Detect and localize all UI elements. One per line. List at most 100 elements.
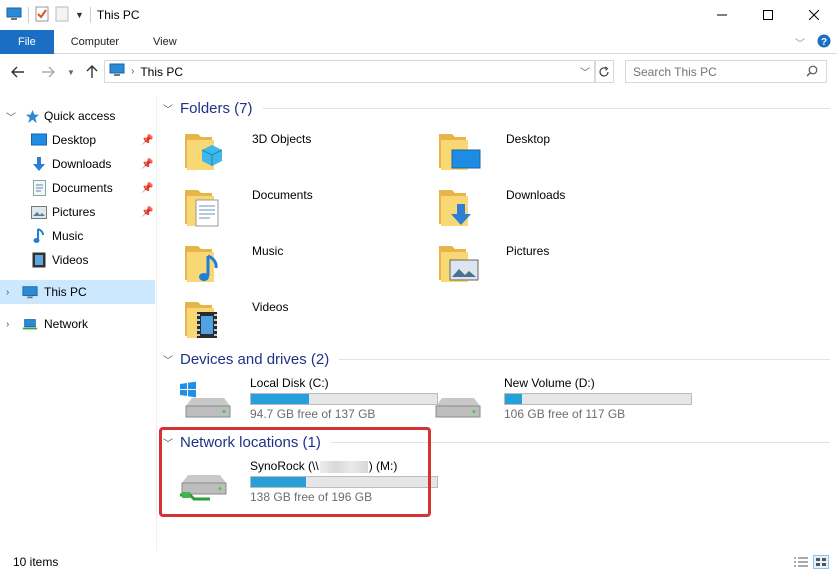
folder-item[interactable]: Desktop	[436, 128, 676, 180]
nav-label: This PC	[44, 285, 87, 299]
window-title: This PC	[96, 8, 140, 22]
maximize-button[interactable]	[745, 0, 791, 30]
folder-label: Downloads	[506, 188, 566, 202]
pin-icon[interactable]: 📌	[141, 183, 153, 194]
address-dropdown-chevron-icon[interactable]: ﹀	[580, 64, 590, 79]
folder-item[interactable]: Videos	[182, 296, 422, 348]
expanded-chevron-icon[interactable]: ﹀	[6, 109, 16, 124]
content-pane: ﹀ Folders (7) 3D Objects Desktop Documen…	[160, 92, 830, 552]
folder-item[interactable]: Downloads	[436, 184, 676, 236]
refresh-button[interactable]	[594, 60, 614, 83]
group-header-folders[interactable]: ﹀ Folders (7)	[160, 98, 830, 118]
drive-usage-fill	[251, 394, 309, 404]
desktop-folder-icon	[439, 134, 481, 170]
folder-label: 3D Objects	[252, 132, 312, 146]
folder-item[interactable]: Documents	[182, 184, 422, 236]
network-drive-item[interactable]: SynoRock (\\) (M:) 138 GB free of 196 GB	[180, 459, 438, 507]
nav-network[interactable]: › Network	[0, 312, 155, 336]
nav-item-music[interactable]: Music	[0, 224, 155, 248]
minimize-button[interactable]	[699, 0, 745, 30]
nav-item-pictures[interactable]: Pictures 📌	[0, 200, 155, 224]
search-box[interactable]	[625, 60, 827, 83]
recent-locations-chevron-icon[interactable]: ▼	[60, 61, 82, 83]
address-bar[interactable]: › This PC ﹀	[104, 60, 596, 83]
folder-label: Documents	[252, 188, 313, 202]
drive-free-space: 106 GB free of 117 GB	[504, 407, 626, 421]
customize-toolbar-chevron-icon[interactable]: ▼	[75, 10, 84, 20]
drive-name: New Volume (D:)	[504, 376, 595, 390]
nav-item-documents[interactable]: Documents 📌	[0, 176, 155, 200]
nav-label: Desktop	[52, 133, 97, 147]
new-folder-icon[interactable]	[55, 6, 69, 25]
collapsed-chevron-icon[interactable]: ›	[6, 319, 9, 330]
drive-item[interactable]: Local Disk (C:) 94.7 GB free of 137 GB	[180, 376, 438, 424]
close-button[interactable]	[791, 0, 837, 30]
music-icon	[31, 228, 47, 244]
this-pc-icon	[22, 284, 38, 300]
drive-item[interactable]: New Volume (D:) 106 GB free of 117 GB	[434, 376, 692, 424]
nav-item-videos[interactable]: Videos	[0, 248, 155, 272]
nav-label: Quick access	[44, 109, 116, 123]
drive-free-space: 94.7 GB free of 137 GB	[250, 407, 376, 421]
close-icon	[809, 10, 819, 20]
pin-icon[interactable]: 📌	[141, 135, 153, 146]
details-view-icon	[794, 557, 808, 567]
folder-item[interactable]: 3D Objects	[182, 128, 422, 180]
item-count: 10 items	[13, 555, 59, 569]
breadcrumb-this-pc[interactable]: This PC	[140, 65, 183, 79]
pictures-folder-icon	[439, 246, 479, 282]
nav-item-downloads[interactable]: Downloads 📌	[0, 152, 155, 176]
drive-usage-fill	[505, 394, 523, 404]
drive-name: Local Disk (C:)	[250, 376, 329, 390]
drive-free-space: 138 GB free of 196 GB	[250, 490, 373, 504]
nav-quick-access[interactable]: ﹀ Quick access	[0, 104, 155, 128]
folder-item[interactable]: Pictures	[436, 240, 676, 292]
properties-icon[interactable]	[35, 6, 49, 25]
group-title: Folders (7)	[180, 99, 253, 117]
forward-button[interactable]	[37, 61, 59, 83]
this-pc-window-icon	[6, 7, 22, 24]
maximize-icon	[763, 10, 773, 20]
tab-file[interactable]: File	[0, 29, 54, 54]
network-icon	[22, 316, 38, 332]
navigation-bar: ▼ › This PC ﹀	[0, 56, 837, 88]
group-title: Devices and drives (2)	[180, 350, 330, 368]
quick-access-toolbar: ▼	[0, 6, 91, 25]
ribbon-tabs: File Computer View ﹀ ?	[0, 29, 837, 54]
expand-ribbon-chevron-icon[interactable]: ﹀	[795, 35, 805, 50]
breadcrumb-separator-icon[interactable]: ›	[131, 66, 134, 77]
pin-icon[interactable]: 📌	[141, 207, 153, 218]
folder-item[interactable]: Music	[182, 240, 422, 292]
details-view-button[interactable]	[793, 555, 809, 569]
help-icon[interactable]: ?	[817, 34, 831, 51]
group-header-devices[interactable]: ﹀ Devices and drives (2)	[160, 349, 830, 369]
network-drive-icon	[180, 475, 227, 501]
nav-label: Documents	[52, 181, 113, 195]
navigation-pane: ﹀ Quick access Desktop 📌 Downloads 📌 Doc…	[0, 96, 157, 551]
nav-label: Videos	[52, 253, 89, 267]
up-arrow-icon	[86, 65, 98, 78]
desktop-icon	[31, 132, 47, 148]
group-collapse-chevron-icon[interactable]: ﹀	[163, 435, 175, 450]
folder-label: Videos	[252, 300, 289, 314]
pin-icon[interactable]: 📌	[141, 159, 153, 170]
videos-folder-icon	[185, 302, 217, 338]
forward-arrow-icon	[42, 66, 55, 78]
nav-this-pc[interactable]: › This PC	[0, 280, 155, 304]
search-icon[interactable]	[806, 65, 818, 80]
large-icons-view-button[interactable]	[813, 555, 829, 569]
drive-usage-bar	[250, 393, 438, 405]
downloads-folder-icon	[439, 190, 471, 226]
status-bar: 10 items	[0, 551, 837, 573]
music-folder-icon	[185, 246, 218, 282]
group-header-network-locations[interactable]: ﹀ Network locations (1)	[160, 432, 830, 452]
collapsed-chevron-icon[interactable]: ›	[6, 287, 9, 298]
back-button[interactable]	[7, 61, 29, 83]
group-collapse-chevron-icon[interactable]: ﹀	[163, 352, 175, 367]
nav-item-desktop[interactable]: Desktop 📌	[0, 128, 155, 152]
tab-view[interactable]: View	[136, 30, 194, 54]
tab-computer[interactable]: Computer	[54, 30, 136, 54]
group-collapse-chevron-icon[interactable]: ﹀	[163, 101, 175, 116]
search-input[interactable]	[633, 64, 803, 79]
up-button[interactable]	[81, 61, 103, 83]
